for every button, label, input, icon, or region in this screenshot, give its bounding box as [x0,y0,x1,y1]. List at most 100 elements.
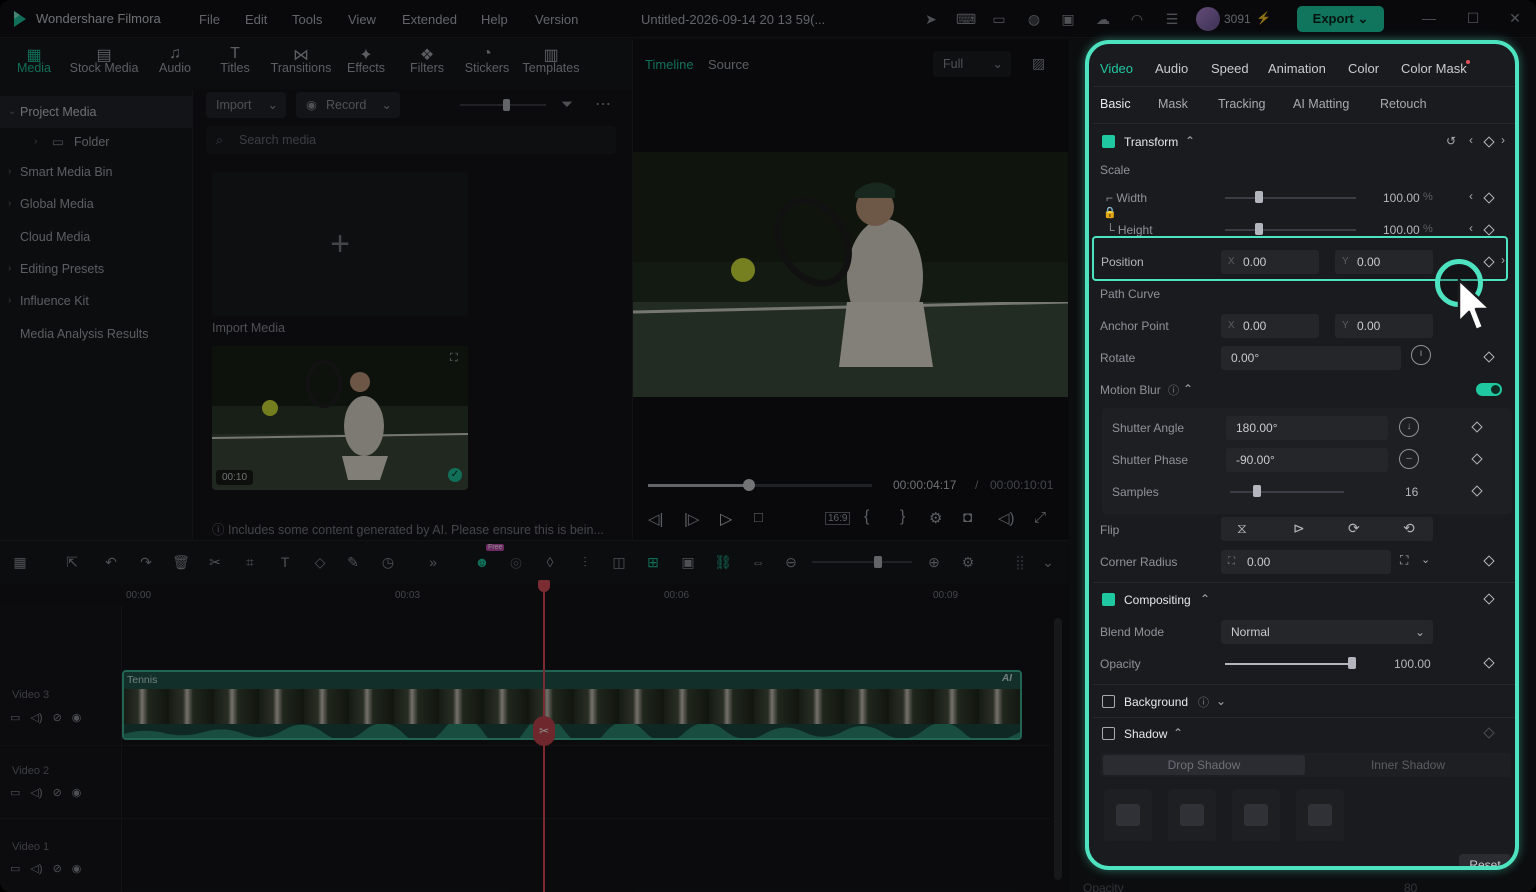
layout-grid-icon[interactable]: ▦ [10,552,30,572]
scope-icon[interactable]: ▨ [1032,55,1045,72]
import-button[interactable]: Import ⌄ [206,92,286,118]
menu-help[interactable]: Help [481,12,508,27]
tab-source[interactable]: Source [708,57,749,72]
compare-icon[interactable]: ◫ [609,552,629,572]
select-tool-icon[interactable]: ⇱ [62,552,82,572]
quality-select[interactable]: Full ⌄ [933,51,1011,77]
send-icon[interactable]: ➤ [922,10,940,28]
shape-icon[interactable]: ◇ [310,552,330,572]
pip-icon[interactable]: ▣ [678,552,698,572]
keyframe-diamond-icon[interactable] [1483,657,1495,669]
keyframe-diamond-icon[interactable] [1483,192,1495,204]
lock-icon[interactable]: ⊘ [53,712,62,724]
volume-icon[interactable]: ◁) [30,712,42,724]
menu-edit[interactable]: Edit [245,12,267,27]
volume-icon[interactable]: ◁) [30,863,42,875]
timeline-settings-icon[interactable]: ⚙ [958,552,978,572]
shadow-preset-1[interactable] [1104,789,1152,841]
nav-influence-kit[interactable]: › Influence Kit [0,285,193,317]
shadow-preset-2[interactable] [1168,789,1216,841]
search-input[interactable]: ⌕ Search media [206,126,616,154]
folder-icon[interactable]: ▭ [10,712,20,724]
samples-slider[interactable] [1230,491,1344,493]
tab-audio[interactable]: ♫ Audio [152,39,198,89]
layout-icon[interactable]: ▭ [990,10,1008,28]
width-slider-knob[interactable] [1255,191,1263,203]
anchor-y-input[interactable]: Y 0.00 [1335,314,1433,338]
folder-icon[interactable]: ▭ [10,787,20,799]
subtab-tracking[interactable]: Tracking [1218,97,1265,111]
list-menu-icon[interactable]: ☰ [1163,10,1181,28]
keyboard-icon[interactable]: ⌨ [956,10,976,28]
rotate-counterclockwise-icon[interactable]: ⟲ [1403,520,1415,537]
marker-icon[interactable]: ◊ [540,552,560,572]
thumbnail-size-knob[interactable] [503,99,510,111]
menu-tools[interactable]: Tools [292,12,322,27]
nav-cloud-media[interactable]: Cloud Media [0,221,193,253]
corner-mode-icon[interactable]: ⛶ [1400,553,1408,568]
chevron-down-icon[interactable]: ⌄ [1216,694,1226,708]
nav-media-analysis-results[interactable]: Media Analysis Results [0,318,193,350]
lock-icon[interactable]: ⊘ [53,863,62,875]
undo-icon[interactable]: ↶ [101,552,121,572]
timeline-zoom-slider[interactable] [812,561,912,563]
background-checkbox[interactable] [1102,695,1115,708]
shadow-checkbox[interactable] [1102,727,1115,740]
timeline-vertical-scrollbar[interactable] [1054,618,1062,880]
pen-icon[interactable]: ✎ [343,552,363,572]
play-icon[interactable]: ▷ [720,509,732,529]
previous-frame-icon[interactable]: ◁| [648,510,663,528]
mark-in-icon[interactable]: { [864,508,869,526]
more-tools-icon[interactable]: » [423,552,443,572]
nav-project-media[interactable]: ⌄ Project Media [0,96,193,128]
inner-shadow-tab[interactable]: Inner Shadow [1307,755,1509,775]
flip-horizontal-icon[interactable]: ⧖ [1237,520,1247,537]
opacity-slider-knob[interactable] [1348,657,1356,669]
subtab-retouch[interactable]: Retouch [1380,97,1427,111]
previous-keyframe-icon[interactable]: ‹ [1469,189,1473,203]
tab-effects[interactable]: ✦ Effects [342,39,390,89]
rotate-clockwise-icon[interactable]: ⟳ [1348,520,1360,537]
motion-blur-toggle[interactable] [1476,383,1502,396]
keyframe-diamond-icon[interactable] [1483,351,1495,363]
help-icon[interactable]: ⓘ [1168,382,1179,398]
playhead-handle[interactable] [538,580,550,592]
lock-icon[interactable]: 🔒 [1103,206,1117,219]
split-icon[interactable]: ✂ [205,552,225,572]
eye-icon[interactable]: ◉ [72,712,82,724]
snap-icon[interactable]: ⊞ [643,552,663,572]
shutter-phase-input[interactable]: -90.00° [1226,448,1388,472]
keyframe-diamond-icon[interactable] [1483,224,1495,236]
timeline-clip-tennis[interactable]: Tennis AI [122,670,1022,740]
reset-icon[interactable]: ↺ [1446,134,1456,148]
cloud-icon[interactable]: ☁ [1094,10,1112,28]
nav-folder[interactable]: › ▭ Folder [0,126,193,158]
maximize-icon[interactable]: ☐ [1464,9,1482,27]
stop-icon[interactable]: □ [754,509,763,526]
crop-icon[interactable]: ⌗ [240,552,260,572]
rotate-dial-icon[interactable]: ı [1411,345,1431,365]
ai-copilot-icon[interactable]: ☻ [472,552,492,572]
chevron-down-icon[interactable]: ⌄ [1038,552,1058,572]
delete-icon[interactable]: 🗑 [171,552,191,572]
opacity-value[interactable]: 100.00 [1394,657,1431,671]
keyframe-diamond-icon[interactable] [1483,593,1495,605]
tab-templates[interactable]: ▥ Templates [520,39,582,89]
blend-mode-select[interactable]: Normal ⌄ [1221,620,1433,644]
playback-progress-knob[interactable] [742,479,755,491]
drop-shadow-tab[interactable]: Drop Shadow [1103,755,1305,775]
shadow-preset-4[interactable] [1296,789,1344,841]
width-slider[interactable] [1225,197,1356,199]
tab-filters[interactable]: ❖ Filters [404,39,450,89]
lock-icon[interactable]: ⊘ [53,787,62,799]
menu-extended[interactable]: Extended [402,12,457,27]
previous-keyframe-icon[interactable]: ‹ [1469,133,1473,147]
height-value[interactable]: 100.00 [1383,223,1420,237]
eye-icon[interactable]: ◉ [72,787,82,799]
shutter-phase-dial-icon[interactable]: – [1399,449,1419,469]
tab-color[interactable]: Color [1348,61,1379,76]
record-button[interactable]: ◉ Record ⌄ [296,92,400,118]
height-slider[interactable] [1225,229,1356,231]
rotate-input[interactable]: 0.00° [1221,346,1401,370]
tab-titles[interactable]: T Titles [212,39,258,89]
